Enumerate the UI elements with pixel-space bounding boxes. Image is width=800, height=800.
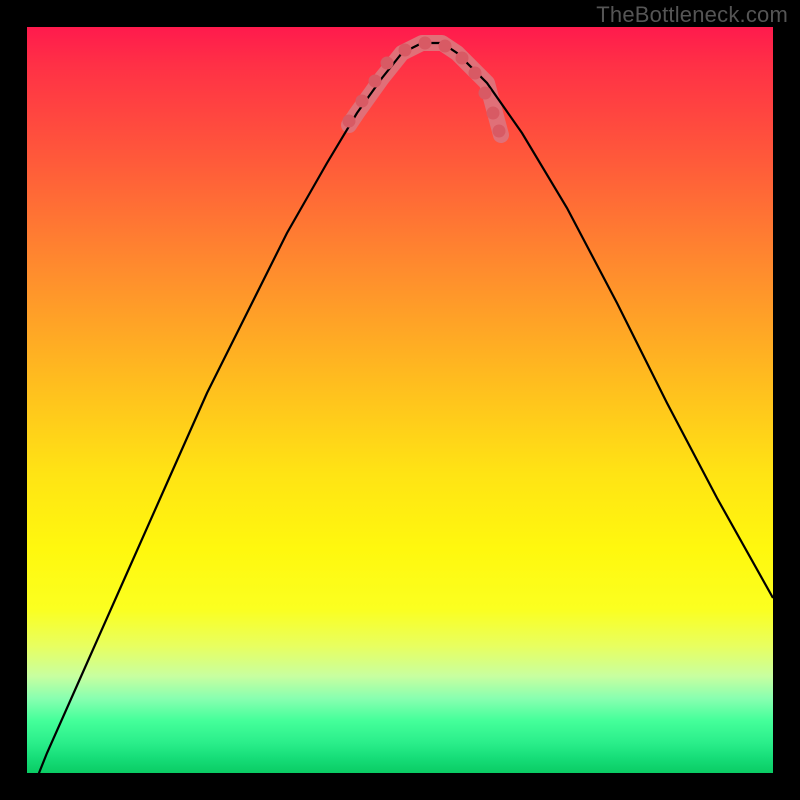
pink-band — [349, 43, 501, 135]
pink-dot — [381, 57, 394, 70]
watermark-text: TheBottleneck.com — [596, 2, 788, 28]
chart-frame: TheBottleneck.com — [0, 0, 800, 800]
pink-dot — [479, 87, 492, 100]
plot-area — [27, 27, 773, 773]
pink-dot — [487, 107, 500, 120]
pink-dot — [343, 115, 356, 128]
chart-svg — [27, 27, 773, 773]
pink-dot — [493, 125, 506, 138]
pink-dot — [369, 75, 382, 88]
pink-dot — [469, 67, 482, 80]
pink-dot — [399, 44, 412, 57]
pink-dot — [419, 37, 432, 50]
pink-dot — [439, 40, 452, 53]
pink-dot — [456, 52, 469, 65]
pink-dot — [356, 95, 369, 108]
bottleneck-curve — [27, 43, 773, 773]
pink-band-path — [349, 43, 501, 135]
